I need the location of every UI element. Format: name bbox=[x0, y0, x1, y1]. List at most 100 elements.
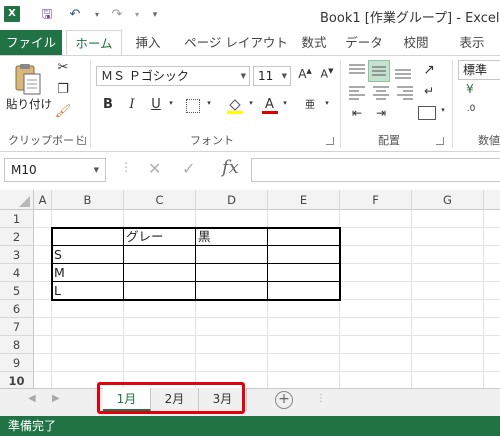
cell-F6[interactable] bbox=[340, 300, 412, 318]
sheet-tab-2[interactable]: 2月 bbox=[151, 388, 199, 411]
cell-G3[interactable] bbox=[412, 246, 484, 264]
cell-C5[interactable] bbox=[124, 282, 196, 300]
enter-icon[interactable]: ✓ bbox=[182, 159, 195, 178]
formula-input[interactable] bbox=[251, 158, 500, 182]
undo-icon[interactable]: ↶ bbox=[66, 6, 84, 24]
redo-icon[interactable]: ↷ bbox=[108, 6, 126, 24]
cell-C2[interactable]: グレー bbox=[124, 228, 196, 246]
select-all-corner[interactable] bbox=[0, 190, 34, 210]
cell-A6[interactable] bbox=[34, 300, 52, 318]
font-name-combo[interactable]: ＭＳ Ｐゴシック ▼ bbox=[96, 66, 250, 86]
tab-split-handle-icon[interactable]: ⋮ bbox=[316, 393, 326, 404]
bold-button[interactable]: B bbox=[100, 97, 116, 112]
font-launcher-icon[interactable] bbox=[326, 137, 334, 145]
cell-B4[interactable]: M bbox=[52, 264, 124, 282]
cell-F8[interactable] bbox=[340, 336, 412, 354]
cell-H5[interactable] bbox=[484, 282, 500, 300]
worksheet-grid[interactable]: A B C D E F G 1 2 3 4 5 6 7 8 9 10 グレー 黒… bbox=[0, 190, 500, 388]
phonetic-guide-icon[interactable]: 亜 bbox=[302, 96, 318, 111]
increase-font-size-icon[interactable]: A▲ bbox=[296, 67, 314, 81]
format-painter-icon[interactable]: 🖌 bbox=[54, 104, 72, 122]
cell-E4[interactable] bbox=[268, 264, 340, 282]
cell-D5[interactable] bbox=[196, 282, 268, 300]
align-left-icon[interactable] bbox=[346, 84, 368, 102]
font-size-combo[interactable]: 11 ▼ bbox=[253, 66, 291, 86]
cell-G5[interactable] bbox=[412, 282, 484, 300]
cell-B6[interactable] bbox=[52, 300, 124, 318]
save-icon[interactable]: 🖫 bbox=[38, 6, 56, 24]
cell-F4[interactable] bbox=[340, 264, 412, 282]
formula-bar-grip-icon[interactable]: ⋮ bbox=[120, 160, 132, 174]
increase-indent-icon[interactable]: ⇥ bbox=[370, 106, 392, 120]
tab-file[interactable]: ファイル bbox=[0, 30, 62, 56]
tab-insert[interactable]: 挿入 bbox=[128, 30, 168, 56]
customize-quick-access-icon[interactable]: ▾ bbox=[146, 6, 164, 24]
cell-E7[interactable] bbox=[268, 318, 340, 336]
cell-D8[interactable] bbox=[196, 336, 268, 354]
cell-E1[interactable] bbox=[268, 210, 340, 228]
cell-E8[interactable] bbox=[268, 336, 340, 354]
decrease-indent-icon[interactable]: ⇤ bbox=[346, 106, 368, 120]
italic-button[interactable]: I bbox=[124, 97, 140, 112]
cell-F7[interactable] bbox=[340, 318, 412, 336]
copy-icon[interactable]: ❐ bbox=[54, 82, 72, 100]
cell-E10[interactable] bbox=[268, 372, 340, 388]
cell-H6[interactable] bbox=[484, 300, 500, 318]
align-middle-icon[interactable] bbox=[368, 60, 390, 82]
cell-C6[interactable] bbox=[124, 300, 196, 318]
align-right-icon[interactable] bbox=[394, 84, 416, 102]
merge-dropdown-icon[interactable]: ▾ bbox=[438, 106, 448, 114]
cell-C1[interactable] bbox=[124, 210, 196, 228]
cell-D3[interactable] bbox=[196, 246, 268, 264]
cell-B8[interactable] bbox=[52, 336, 124, 354]
cell-F5[interactable] bbox=[340, 282, 412, 300]
borders-icon[interactable] bbox=[186, 99, 200, 113]
cell-C4[interactable] bbox=[124, 264, 196, 282]
cell-H9[interactable] bbox=[484, 354, 500, 372]
tab-review[interactable]: 校閲 bbox=[396, 30, 436, 56]
cell-A8[interactable] bbox=[34, 336, 52, 354]
align-top-icon[interactable] bbox=[346, 62, 368, 82]
row-header[interactable]: 5 bbox=[0, 282, 34, 300]
cut-icon[interactable]: ✂ bbox=[54, 60, 72, 78]
paste-button[interactable]: 貼り付け bbox=[6, 96, 52, 112]
column-header[interactable]: A bbox=[34, 190, 52, 210]
fill-color-dropdown-icon[interactable]: ▾ bbox=[246, 99, 256, 107]
alignment-launcher-icon[interactable] bbox=[436, 137, 444, 145]
redo-dropdown-icon[interactable]: ▾ bbox=[128, 6, 146, 24]
underline-dropdown-icon[interactable]: ▾ bbox=[166, 99, 176, 107]
cell-B7[interactable] bbox=[52, 318, 124, 336]
row-header[interactable]: 8 bbox=[0, 336, 34, 354]
cell-E9[interactable] bbox=[268, 354, 340, 372]
cell-C7[interactable] bbox=[124, 318, 196, 336]
column-header[interactable]: D bbox=[196, 190, 268, 210]
cell-A3[interactable] bbox=[34, 246, 52, 264]
cell-F9[interactable] bbox=[340, 354, 412, 372]
scroll-tabs-left-icon[interactable]: ◀ bbox=[28, 393, 36, 404]
row-header[interactable]: 6 bbox=[0, 300, 34, 318]
font-color-dropdown-icon[interactable]: ▾ bbox=[280, 99, 290, 107]
name-box[interactable]: M10 ▼ bbox=[4, 158, 106, 182]
sheet-tab-1[interactable]: 1月 bbox=[103, 388, 151, 411]
cell-E3[interactable] bbox=[268, 246, 340, 264]
cell-G9[interactable] bbox=[412, 354, 484, 372]
tab-page-layout[interactable]: ページ レイアウト bbox=[180, 30, 292, 56]
tab-view[interactable]: 表示 bbox=[452, 30, 492, 56]
cell-C9[interactable] bbox=[124, 354, 196, 372]
cell-B5[interactable]: L bbox=[52, 282, 124, 300]
row-header[interactable]: 9 bbox=[0, 354, 34, 372]
cell-D6[interactable] bbox=[196, 300, 268, 318]
cell-G7[interactable] bbox=[412, 318, 484, 336]
cancel-icon[interactable]: ✕ bbox=[148, 159, 161, 178]
cell-G4[interactable] bbox=[412, 264, 484, 282]
cell-A7[interactable] bbox=[34, 318, 52, 336]
cell-F1[interactable] bbox=[340, 210, 412, 228]
column-header[interactable] bbox=[484, 190, 500, 210]
column-header[interactable]: G bbox=[412, 190, 484, 210]
cell-H8[interactable] bbox=[484, 336, 500, 354]
cell-A4[interactable] bbox=[34, 264, 52, 282]
cell-H1[interactable] bbox=[484, 210, 500, 228]
fill-color-icon[interactable] bbox=[226, 96, 244, 114]
cell-H3[interactable] bbox=[484, 246, 500, 264]
cell-F2[interactable] bbox=[340, 228, 412, 246]
